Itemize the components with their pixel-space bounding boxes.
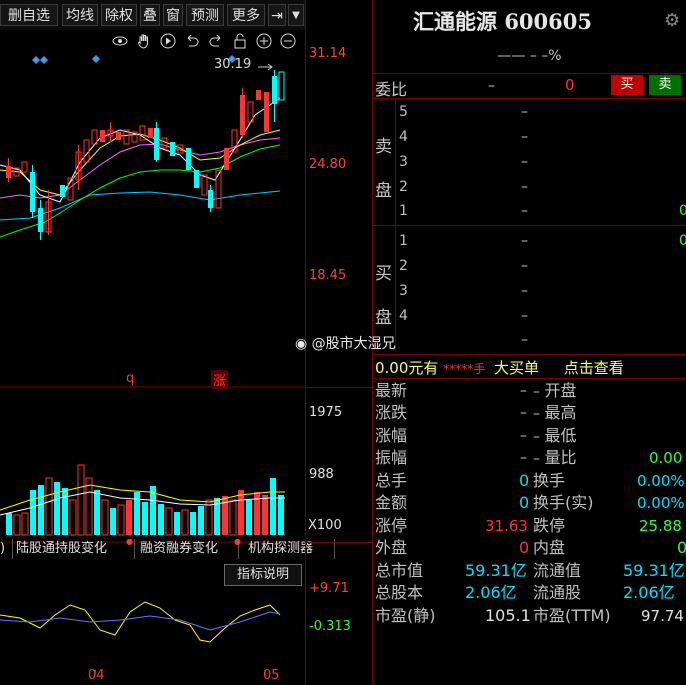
ma5-line — [0, 97, 281, 203]
stat-limit-up: 涨停 31.63 — [375, 516, 528, 535]
ma20-line — [0, 137, 281, 199]
stat-total-shares: 总股本 2.06亿 — [375, 583, 517, 602]
price-min-label: 18.45 — [309, 268, 347, 283]
buy-level-3[interactable]: 3– — [399, 279, 686, 304]
remove-watchlist-button[interactable]: 删自选 — [0, 4, 58, 26]
stat-amount: 金额 0 — [375, 493, 530, 512]
stat-amplitude: 振幅 – — [375, 448, 527, 467]
stat-turnover: 换手 0.00% — [533, 471, 685, 490]
dropdown-icon[interactable]: ▼ — [288, 4, 304, 26]
date-label-05: 05 — [263, 668, 280, 683]
big-order-bar[interactable]: 0.00元有 *****手 大买单 点击查看 — [375, 357, 624, 378]
tab-dot: ● — [234, 537, 241, 546]
stat-volume-ratio: – 量比 0.00 — [533, 448, 683, 467]
marker-zhang: 涨 — [211, 370, 229, 389]
view-big-order-link: 点击查看 — [563, 359, 624, 377]
price-mid-label: 24.80 — [309, 157, 347, 172]
stat-pe-ttm: 市盈(TTM) 97.74 — [533, 606, 684, 625]
watermark: ◉ @股市大湿兄 — [295, 336, 396, 352]
weibi-value: – — [488, 78, 495, 94]
quote-panel: 汇通能源 600605 ⚙ —— – –% 委比 – 0 买 卖 卖盘 5– 4… — [295, 0, 686, 685]
buy-level-4[interactable]: 4– — [399, 304, 686, 329]
vol-unit-label: X100 — [308, 518, 342, 533]
stat-high: – 最高 — [533, 403, 577, 422]
indicator-explain-button[interactable]: 指标说明 — [224, 564, 302, 586]
tab-northbound[interactable]: 陆股通持股变化 — [16, 539, 135, 559]
stat-outer: 外盘 0 — [375, 538, 530, 557]
sell-level-4[interactable]: 4– — [399, 125, 686, 150]
window-button[interactable]: 窗 — [163, 4, 183, 26]
forecast-button[interactable]: 预测 — [186, 4, 224, 26]
event-markers[interactable] — [32, 55, 236, 64]
buy-level-1[interactable]: 1–0 — [399, 229, 686, 254]
tab-prev[interactable]: ) — [0, 539, 13, 559]
overlay-button[interactable]: 叠 — [140, 4, 160, 26]
sell-side-label: 卖盘 — [375, 137, 392, 201]
exright-button[interactable]: 除权 — [101, 4, 137, 26]
stat-open: – 开盘 — [533, 381, 577, 400]
sell-level-5[interactable]: 5– — [399, 100, 686, 125]
sell-level-3[interactable]: 3– — [399, 150, 686, 175]
price-change-line: —— – –% — [497, 48, 562, 64]
stat-pe-static: 市盈(静) 105.1 — [375, 606, 531, 625]
stat-change: 涨跌 – — [375, 403, 527, 422]
tab-margin[interactable]: 融资融券变化 — [140, 539, 239, 559]
stat-float-cap: 流通值 59.31亿 — [533, 561, 685, 580]
weicha-value: 0 — [565, 76, 575, 94]
buy-button[interactable]: 买 — [611, 75, 643, 95]
indicator-line-1 — [0, 601, 281, 643]
marker-q: q — [126, 371, 135, 386]
indicator-line-2 — [0, 611, 281, 631]
ind-top-label: +9.71 — [309, 581, 349, 596]
high-price-label: 30.19 — [214, 57, 252, 72]
stat-volume: 总手 0 — [375, 471, 530, 490]
stat-inner: 内盘 0 — [533, 538, 686, 557]
stat-float-shares: 流通股 2.06亿 — [533, 583, 675, 602]
gear-icon[interactable]: ⚙ — [664, 10, 680, 31]
weibi-label: 委比 — [375, 80, 408, 99]
tab-dot: ● — [126, 537, 133, 546]
vol-top-label: 1975 — [309, 405, 343, 420]
ma-button[interactable]: 均线 — [62, 4, 98, 26]
kline-chart[interactable] — [0, 30, 305, 685]
weibo-icon: ◉ — [295, 336, 308, 352]
buy-side-label: 买盘 — [375, 264, 392, 328]
chart-toolbar: 删自选 均线 除权 叠 窗 预测 更多 ⇥ ▼ — [0, 0, 305, 30]
ind-bot-label: -0.313 — [309, 619, 351, 634]
stock-title: 汇通能源 600605 — [413, 9, 592, 34]
date-label-04: 04 — [88, 668, 105, 683]
stat-change-pct: 涨幅 – — [375, 426, 527, 445]
more-button[interactable]: 更多 — [227, 4, 265, 26]
candles[interactable] — [6, 70, 285, 240]
stat-limit-down: 跌停 25.88 — [533, 516, 682, 535]
stat-low: – 最低 — [533, 426, 577, 445]
stat-turnover-real: 换手(实) 0.00% — [533, 493, 685, 512]
buy-level-2[interactable]: 2– — [399, 254, 686, 279]
sell-level-2[interactable]: 2– — [399, 175, 686, 200]
pin-icon[interactable]: ⇥ — [268, 4, 286, 26]
stat-latest: 最新 – — [375, 381, 527, 400]
price-max-label: 31.14 — [309, 46, 347, 61]
sell-button[interactable]: 卖 — [649, 75, 681, 95]
sell-level-1[interactable]: 1–0 — [399, 199, 686, 224]
stat-market-cap: 总市值 59.31亿 — [375, 561, 527, 580]
buy-level-5[interactable]: – — [399, 328, 686, 353]
vol-mid-label: 988 — [309, 467, 334, 482]
